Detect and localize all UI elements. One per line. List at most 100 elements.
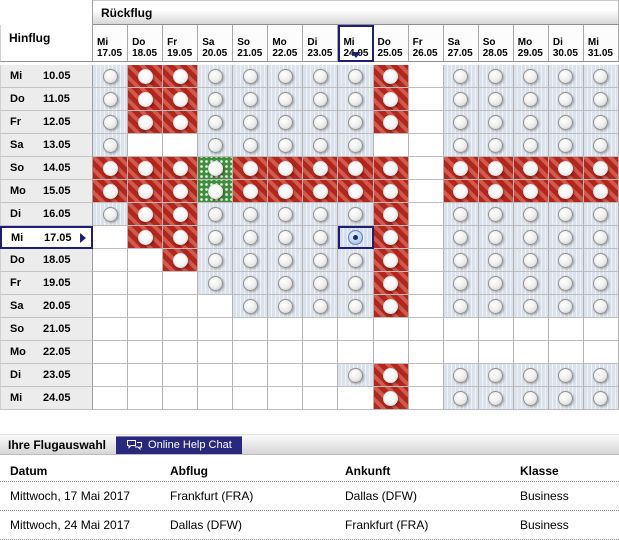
fare-radio[interactable] [103, 69, 118, 84]
fare-radio[interactable] [138, 230, 153, 245]
fare-radio[interactable] [313, 276, 328, 291]
fare-radio[interactable] [278, 92, 293, 107]
fare-radio[interactable] [488, 184, 503, 199]
fare-radio[interactable] [453, 92, 468, 107]
fare-radio[interactable] [173, 207, 188, 222]
fare-radio[interactable] [313, 253, 328, 268]
fare-radio[interactable] [558, 253, 573, 268]
fare-radio[interactable] [453, 230, 468, 245]
fare-radio[interactable] [313, 230, 328, 245]
fare-radio[interactable] [208, 161, 223, 176]
fare-radio[interactable] [488, 115, 503, 130]
fare-radio[interactable] [593, 138, 608, 153]
fare-radio[interactable] [383, 184, 398, 199]
fare-radio[interactable] [243, 184, 258, 199]
fare-radio[interactable] [208, 276, 223, 291]
fare-radio[interactable] [348, 161, 363, 176]
fare-radio[interactable] [593, 230, 608, 245]
fare-radio[interactable] [558, 115, 573, 130]
fare-radio[interactable] [383, 276, 398, 291]
fare-radio[interactable] [103, 138, 118, 153]
fare-radio[interactable] [593, 184, 608, 199]
fare-radio[interactable] [173, 69, 188, 84]
fare-radio[interactable] [243, 138, 258, 153]
fare-radio[interactable] [348, 115, 363, 130]
fare-radio[interactable] [208, 115, 223, 130]
fare-radio[interactable] [173, 184, 188, 199]
fare-radio[interactable] [523, 115, 538, 130]
fare-radio[interactable] [278, 69, 293, 84]
fare-radio[interactable] [558, 69, 573, 84]
fare-radio[interactable] [453, 368, 468, 383]
fare-radio[interactable] [383, 207, 398, 222]
fare-radio[interactable] [593, 207, 608, 222]
fare-radio-selected[interactable] [348, 230, 363, 245]
fare-radio[interactable] [138, 207, 153, 222]
fare-radio[interactable] [453, 161, 468, 176]
fare-radio[interactable] [593, 161, 608, 176]
fare-radio[interactable] [278, 184, 293, 199]
fare-radio[interactable] [488, 207, 503, 222]
fare-radio[interactable] [313, 161, 328, 176]
fare-radio[interactable] [313, 115, 328, 130]
fare-radio[interactable] [383, 368, 398, 383]
fare-radio[interactable] [453, 115, 468, 130]
fare-radio[interactable] [173, 115, 188, 130]
fare-radio[interactable] [558, 138, 573, 153]
fare-radio[interactable] [278, 207, 293, 222]
fare-radio[interactable] [103, 161, 118, 176]
fare-radio[interactable] [453, 184, 468, 199]
fare-radio[interactable] [558, 391, 573, 406]
fare-radio[interactable] [348, 207, 363, 222]
fare-radio[interactable] [243, 299, 258, 314]
fare-radio[interactable] [523, 207, 538, 222]
fare-radio[interactable] [488, 69, 503, 84]
fare-radio[interactable] [173, 92, 188, 107]
fare-radio[interactable] [348, 368, 363, 383]
fare-radio[interactable] [523, 253, 538, 268]
fare-radio[interactable] [523, 184, 538, 199]
fare-radio[interactable] [208, 92, 223, 107]
fare-radio[interactable] [103, 207, 118, 222]
fare-radio[interactable] [593, 368, 608, 383]
fare-radio[interactable] [243, 253, 258, 268]
fare-radio[interactable] [558, 368, 573, 383]
fare-radio[interactable] [488, 253, 503, 268]
fare-radio[interactable] [523, 69, 538, 84]
fare-radio[interactable] [488, 138, 503, 153]
fare-radio[interactable] [488, 276, 503, 291]
fare-radio[interactable] [103, 92, 118, 107]
fare-radio[interactable] [453, 253, 468, 268]
fare-radio[interactable] [523, 138, 538, 153]
fare-radio[interactable] [348, 299, 363, 314]
fare-radio[interactable] [313, 184, 328, 199]
fare-radio[interactable] [453, 276, 468, 291]
fare-radio[interactable] [593, 253, 608, 268]
fare-radio[interactable] [348, 92, 363, 107]
fare-radio[interactable] [383, 161, 398, 176]
fare-radio[interactable] [523, 92, 538, 107]
fare-radio[interactable] [383, 92, 398, 107]
fare-radio[interactable] [453, 391, 468, 406]
fare-radio[interactable] [208, 207, 223, 222]
fare-radio[interactable] [453, 138, 468, 153]
fare-radio[interactable] [558, 207, 573, 222]
fare-radio[interactable] [558, 299, 573, 314]
fare-radio[interactable] [313, 92, 328, 107]
fare-radio[interactable] [313, 69, 328, 84]
fare-radio[interactable] [593, 299, 608, 314]
fare-radio[interactable] [488, 368, 503, 383]
fare-radio[interactable] [138, 184, 153, 199]
fare-radio[interactable] [488, 161, 503, 176]
fare-radio[interactable] [313, 207, 328, 222]
fare-radio[interactable] [558, 161, 573, 176]
fare-radio[interactable] [243, 69, 258, 84]
fare-radio[interactable] [278, 115, 293, 130]
fare-radio[interactable] [173, 253, 188, 268]
fare-radio[interactable] [138, 161, 153, 176]
fare-radio[interactable] [278, 161, 293, 176]
fare-radio[interactable] [243, 161, 258, 176]
fare-radio[interactable] [383, 299, 398, 314]
fare-radio[interactable] [558, 276, 573, 291]
fare-radio[interactable] [103, 115, 118, 130]
